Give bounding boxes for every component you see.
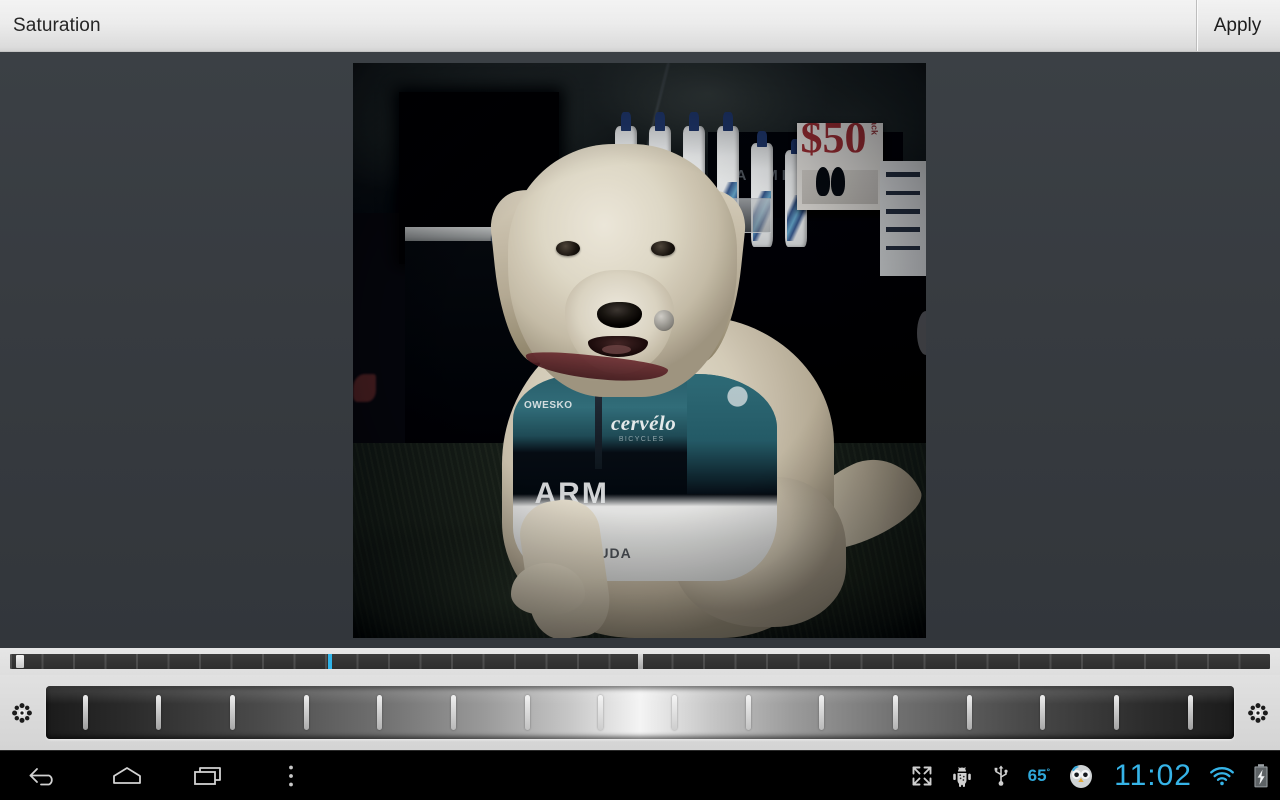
settings-gear-icon-left[interactable] [2, 693, 42, 733]
jersey-subtext: BICYCLES [618, 435, 665, 443]
clock: 11:02 [1114, 758, 1192, 792]
android-navigation-bar: 65° 11:02 [0, 750, 1280, 800]
jersey-logo-icon [716, 381, 759, 411]
dog-tongue [602, 344, 631, 354]
page-title: Saturation [13, 14, 101, 36]
editor-canvas[interactable]: GARMIN $50 back [0, 52, 1280, 648]
effect-ruler[interactable] [10, 654, 1270, 669]
nav-buttons [0, 757, 310, 795]
fullscreen-icon[interactable] [910, 764, 934, 788]
screen-root: Saturation Apply GARMIN [0, 0, 1280, 800]
home-icon[interactable] [108, 757, 146, 795]
photo-dog: OWESKO cervélo BICYCLES ARM CUDA [353, 63, 926, 638]
jersey-sponsor-text: OWESKO [523, 400, 573, 412]
title-bar: Saturation Apply [0, 0, 1280, 52]
temperature-indicator: 65° [1027, 765, 1051, 785]
jersey-brand-text: cervélo [610, 410, 677, 435]
apply-button[interactable]: Apply [1196, 0, 1280, 51]
battery-charging-icon [1252, 763, 1270, 789]
usb-icon [990, 764, 1012, 788]
owl-icon [1066, 763, 1096, 789]
slider-row [0, 675, 1280, 750]
wifi-icon [1208, 764, 1236, 788]
android-debug-icon [950, 764, 974, 788]
ruler-marker-current[interactable] [328, 654, 332, 669]
ruler-marker-center[interactable] [638, 654, 643, 669]
title-bar-actions: Apply [1196, 0, 1280, 51]
recent-apps-icon[interactable] [190, 757, 228, 795]
overflow-menu-icon[interactable] [272, 757, 310, 795]
status-icons: 65° 11:02 [910, 759, 1280, 793]
back-arrow-icon[interactable] [26, 757, 64, 795]
saturation-slider[interactable] [46, 686, 1234, 739]
photo-preview[interactable]: GARMIN $50 back [353, 63, 926, 638]
ruler-thumb[interactable] [16, 655, 24, 668]
photo-image: GARMIN $50 back [353, 63, 926, 638]
settings-gear-icon-right[interactable] [1238, 693, 1278, 733]
slider-notches [46, 686, 1234, 739]
ruler-strip [0, 648, 1280, 675]
